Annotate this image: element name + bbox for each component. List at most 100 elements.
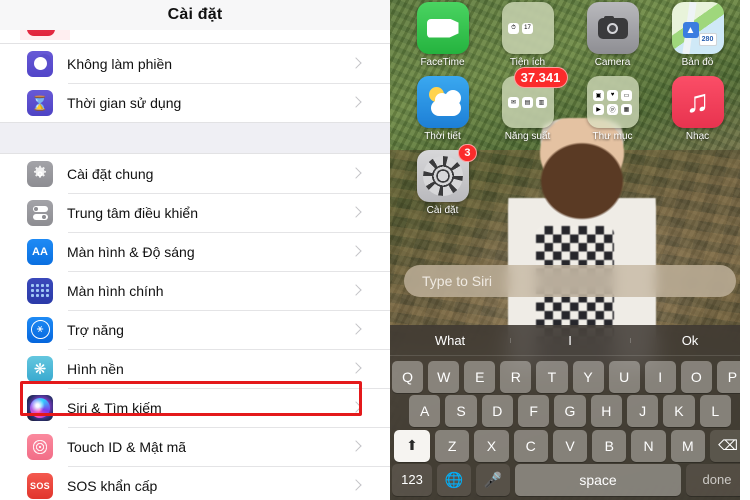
chevron-right-icon [348,427,368,466]
app-weather[interactable]: Thời tiết [400,76,485,142]
mini-icon: ▶ [593,103,604,115]
key-h[interactable]: H [590,395,622,428]
sidebar-item-label: Touch ID & Mật mã [67,438,187,455]
key-u[interactable]: U [608,361,640,393]
sidebar-item-accessibility[interactable]: ⚹ Trợ năng [0,310,390,349]
microphone-icon[interactable]: 🎤 [476,463,510,496]
music-icon [671,76,724,128]
mini-icon: ♥ [607,89,618,101]
key-o[interactable]: O [680,361,712,393]
keyboard-row-2: A S D F G H J K L [392,395,748,428]
app-label: Camera [594,57,631,68]
key-x[interactable]: X [474,429,509,462]
key-v[interactable]: V [552,429,588,462]
shift-key[interactable]: ⬆ [394,429,431,462]
key-n[interactable]: N [631,429,666,462]
mini-icon: ▣ [593,89,604,101]
utilities-folder-icon: ⏱ 17 [501,2,554,54]
key-w[interactable]: W [428,361,460,393]
partial-row-above[interactable] [0,0,390,44]
sidebar-item-do-not-disturb[interactable]: Không làm phiền [0,44,390,83]
key-k[interactable]: K [663,395,695,428]
sidebar-item-home-screen[interactable]: Màn hình chính [0,271,390,310]
hourglass-glyph: ⌛ [31,94,49,111]
numbers-key[interactable]: 123 [392,463,432,496]
wallpaper-icon [27,355,53,382]
gear-icon [27,160,53,187]
key-t[interactable]: T [536,361,568,393]
sidebar-item-label: Siri & Tìm kiếm [67,399,162,416]
sidebar-item-display-brightness[interactable]: AA Màn hình & Độ sáng [0,232,390,271]
app-label: FaceTime [420,57,465,68]
maps-route-shield: 280 [698,33,717,46]
app-facetime[interactable]: FaceTime [400,2,485,68]
app-folder-generic[interactable]: ▣ ♥ ▭ ▶ ⓟ ▦ Thư mục [570,76,655,142]
key-f[interactable]: F [518,395,550,428]
moon-icon [27,50,53,77]
app-label: Nhạc [685,131,710,142]
chevron-right-icon [348,349,368,388]
suggestion-item[interactable]: What [390,333,510,348]
key-j[interactable]: J [626,395,659,428]
sidebar-item-label: Trung tâm điều khiển [67,204,198,221]
suggestion-item[interactable]: Ok [630,333,750,348]
weather-icon [416,76,469,128]
key-e[interactable]: E [464,361,496,393]
app-folder-productivity[interactable]: 37.341 ✉ ▤ ▥ Năng suất [485,67,570,142]
sidebar-item-siri-and-search[interactable]: Siri & Tìm kiếm [0,388,390,427]
key-l[interactable]: L [699,395,731,428]
sos-icon: SOS [27,472,53,499]
app-camera[interactable]: Camera [570,2,655,68]
sidebar-item-label: Không làm phiền [67,55,173,72]
mini-icon: ✉ [508,96,519,108]
key-q[interactable]: Q [392,361,424,393]
globe-icon[interactable]: 🌐 [437,463,471,496]
key-s[interactable]: S [445,395,477,428]
mini-icon: ▭ [621,89,632,101]
done-key[interactable]: done [686,463,748,496]
sidebar-item-wallpaper[interactable]: Hình nền [0,349,390,388]
camera-icon [586,2,639,54]
chevron-right-icon [348,466,368,500]
app-music[interactable]: Nhạc [655,76,740,142]
folder-mini-grid: ▣ ♥ ▭ ▶ ⓟ ▦ [593,89,632,115]
on-screen-keyboard: What I Ok Q W E R T Y U I O P A S D F G … [390,325,750,500]
app-maps[interactable]: ▲ 280 Bản đồ [655,1,740,68]
hourglass-icon: ⌛ [27,89,53,116]
touch-id-icon [27,433,53,460]
type-to-siri-input[interactable]: Type to Siri [404,265,736,297]
key-d[interactable]: D [481,395,513,428]
key-y[interactable]: Y [572,361,604,393]
app-label: Bản đồ [681,57,714,68]
sidebar-item-emergency-sos[interactable]: SOS SOS khẩn cấp [0,466,390,500]
mini-icon: ⓟ [607,103,618,115]
key-i[interactable]: I [644,361,676,393]
settings-group-2: Cài đặt chung Trung tâm điều khiển AA Mà… [0,154,390,500]
suggestion-item[interactable]: I [510,333,630,348]
home-screen-app-grid: FaceTime ⏱ 17 Tiện ích Camera ▲ 280 Bản … [390,1,750,216]
app-folder-utilities[interactable]: ⏱ 17 Tiện ích [485,2,570,68]
keyboard-suggestion-bar: What I Ok [390,325,750,356]
chevron-right-icon [348,310,368,349]
app-settings[interactable]: 3 Cài đặt [400,144,485,216]
key-m[interactable]: M [670,429,705,462]
key-z[interactable]: Z [435,429,470,462]
key-c[interactable]: C [513,429,548,462]
chevron-right-icon [348,271,368,310]
sidebar-item-touch-id-passcode[interactable]: Touch ID & Mật mã [0,427,390,466]
camera-lens [607,22,618,34]
maps-icon: ▲ 280 [671,1,724,55]
screenshot-root: Cài đặt Không làm phiền ⌛ Thời gian sử d… [0,0,750,500]
app-label: Cài đặt [426,205,459,216]
key-a[interactable]: A [409,395,441,428]
key-g[interactable]: G [554,395,586,428]
sidebar-item-control-center[interactable]: Trung tâm điều khiển [0,193,390,232]
display-brightness-icon: AA [27,238,53,265]
settings-nav-bar: Cài đặt [0,0,390,30]
key-r[interactable]: R [500,361,532,393]
cloud-icon [430,90,461,116]
sidebar-item-screen-time[interactable]: ⌛ Thời gian sử dụng [0,83,390,122]
key-b[interactable]: B [592,429,627,462]
space-key[interactable]: space [515,463,681,496]
sidebar-item-general[interactable]: Cài đặt chung [0,154,390,193]
